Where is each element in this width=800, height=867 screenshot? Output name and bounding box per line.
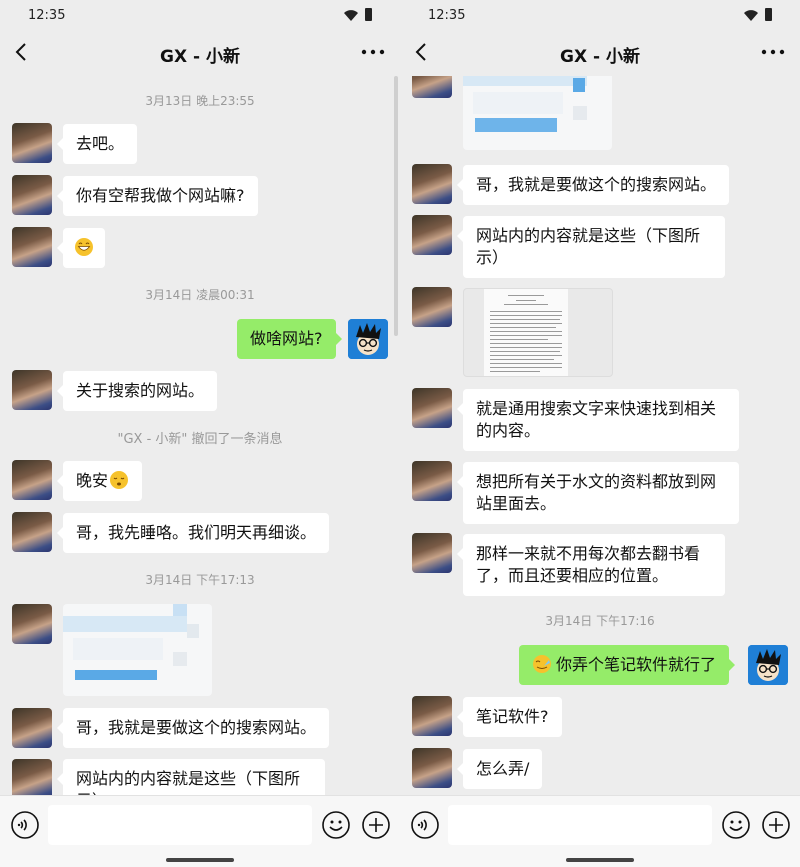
- message-bubble[interactable]: 就是通用搜索文字来快速找到相关的内容。: [457, 389, 739, 451]
- my-avatar[interactable]: [348, 319, 388, 359]
- message-bubble-sent[interactable]: 做啥网站?: [237, 319, 341, 359]
- message-bubble[interactable]: 网站内的内容就是这些（下图所示）: [57, 759, 325, 795]
- recall-notice: "GX - 小新" 撤回了一条消息: [117, 432, 283, 447]
- friend-avatar[interactable]: [412, 215, 452, 255]
- message-bubble-sent[interactable]: 你弄个笔记软件就行了: [519, 645, 736, 685]
- message-bubble[interactable]: 哥，我先睡咯。我们明天再细谈。: [56, 513, 330, 553]
- friend-avatar[interactable]: [412, 76, 452, 98]
- friend-avatar[interactable]: [412, 287, 452, 327]
- timestamp: 3月14日 下午17:16: [545, 614, 655, 628]
- document-page: [484, 289, 568, 376]
- cartoon-avatar-icon: [748, 645, 788, 685]
- chat-title: GX - 小新: [160, 47, 240, 67]
- message-text: 你弄个笔记软件就行了: [556, 655, 717, 674]
- message-bubble[interactable]: 你有空帮我做个网站嘛?: [57, 176, 258, 216]
- timestamp: 3月14日 下午17:13: [145, 573, 255, 587]
- chat-title: GX - 小新: [560, 47, 640, 67]
- plus-icon[interactable]: [761, 810, 791, 840]
- message-list[interactable]: 3月13日 晚上23:55 去吧。 你有空帮我做个网站嘛? 3月14日 凌晨00…: [0, 76, 400, 795]
- friend-avatar[interactable]: [412, 533, 452, 573]
- timestamp: 3月13日 晚上23:55: [145, 94, 255, 108]
- chat-screen-right: 12:35 GX - 小新 哥，我就是要做这个的搜索网站。 网站内的内容就是这些…: [400, 0, 800, 867]
- more-dots-icon[interactable]: [760, 42, 786, 62]
- voice-icon[interactable]: [10, 810, 40, 840]
- wifi-icon: [344, 10, 358, 21]
- emoji-icon[interactable]: [721, 810, 751, 840]
- message-bubble[interactable]: 关于搜索的网站。: [56, 371, 218, 411]
- message-bubble[interactable]: 晚安: [56, 461, 143, 501]
- friend-avatar[interactable]: [412, 696, 452, 736]
- emoji-icon[interactable]: [321, 810, 351, 840]
- more-dots-icon[interactable]: [360, 42, 386, 62]
- friend-avatar[interactable]: [12, 227, 52, 267]
- home-indicator[interactable]: [566, 858, 634, 862]
- facepalm-emoji-icon: [533, 655, 551, 673]
- friend-avatar[interactable]: [12, 175, 52, 215]
- friend-avatar[interactable]: [12, 512, 52, 552]
- message-input[interactable]: [448, 805, 712, 845]
- scrollbar[interactable]: [394, 76, 398, 336]
- image-message-blurred[interactable]: [463, 76, 612, 150]
- my-avatar[interactable]: [748, 645, 788, 685]
- status-bar: 12:35: [400, 0, 800, 30]
- wifi-icon: [744, 10, 758, 21]
- friend-avatar[interactable]: [412, 748, 452, 788]
- friend-avatar[interactable]: [12, 759, 52, 795]
- friend-avatar[interactable]: [12, 604, 52, 644]
- chat-screen-left: 12:35 GX - 小新 3月13日 晚上23:55 去吧。 你有空帮我做个网…: [0, 0, 400, 867]
- cartoon-avatar-icon: [348, 319, 388, 359]
- home-indicator[interactable]: [166, 858, 234, 862]
- nav-bar: GX - 小新: [400, 30, 800, 76]
- input-bar: [400, 795, 800, 867]
- message-bubble[interactable]: 想把所有关于水文的资料都放到网站里面去。: [457, 462, 739, 524]
- friend-avatar[interactable]: [412, 164, 452, 204]
- message-bubble[interactable]: 怎么弄/: [456, 749, 543, 789]
- friend-avatar[interactable]: [12, 460, 52, 500]
- voice-icon[interactable]: [410, 810, 440, 840]
- message-input[interactable]: [48, 805, 312, 845]
- image-message-blurred[interactable]: [63, 604, 212, 696]
- status-bar: 12:35: [0, 0, 400, 30]
- friend-avatar[interactable]: [12, 370, 52, 410]
- document-image-message[interactable]: [463, 288, 613, 377]
- status-time: 12:35: [28, 8, 66, 23]
- message-list[interactable]: 哥，我就是要做这个的搜索网站。 网站内的内容就是这些（下图所示） 就是通用搜索文…: [400, 76, 800, 795]
- friend-avatar[interactable]: [12, 123, 52, 163]
- friend-avatar[interactable]: [412, 388, 452, 428]
- friend-avatar[interactable]: [12, 708, 52, 748]
- battery-icon: [365, 8, 372, 21]
- message-bubble[interactable]: 那样一来就不用每次都去翻书看了，而且还要相应的位置。: [457, 534, 725, 596]
- nav-bar: GX - 小新: [0, 30, 400, 76]
- grinning-emoji-icon: [75, 238, 93, 256]
- emoji-message[interactable]: [57, 228, 105, 268]
- plus-icon[interactable]: [361, 810, 391, 840]
- input-bar: [0, 795, 400, 867]
- message-bubble[interactable]: 去吧。: [56, 124, 138, 164]
- timestamp: 3月14日 凌晨00:31: [145, 288, 255, 302]
- message-bubble[interactable]: 笔记软件?: [457, 697, 562, 737]
- message-bubble[interactable]: 网站内的内容就是这些（下图所示）: [457, 216, 725, 278]
- message-bubble[interactable]: 哥，我就是要做这个的搜索网站。: [56, 708, 330, 748]
- message-text: 晚安: [76, 471, 109, 490]
- friend-avatar[interactable]: [412, 461, 452, 501]
- status-time: 12:35: [428, 8, 466, 23]
- message-bubble[interactable]: 哥，我就是要做这个的搜索网站。: [456, 165, 730, 205]
- battery-icon: [765, 8, 772, 21]
- sleeping-emoji-icon: [110, 471, 129, 489]
